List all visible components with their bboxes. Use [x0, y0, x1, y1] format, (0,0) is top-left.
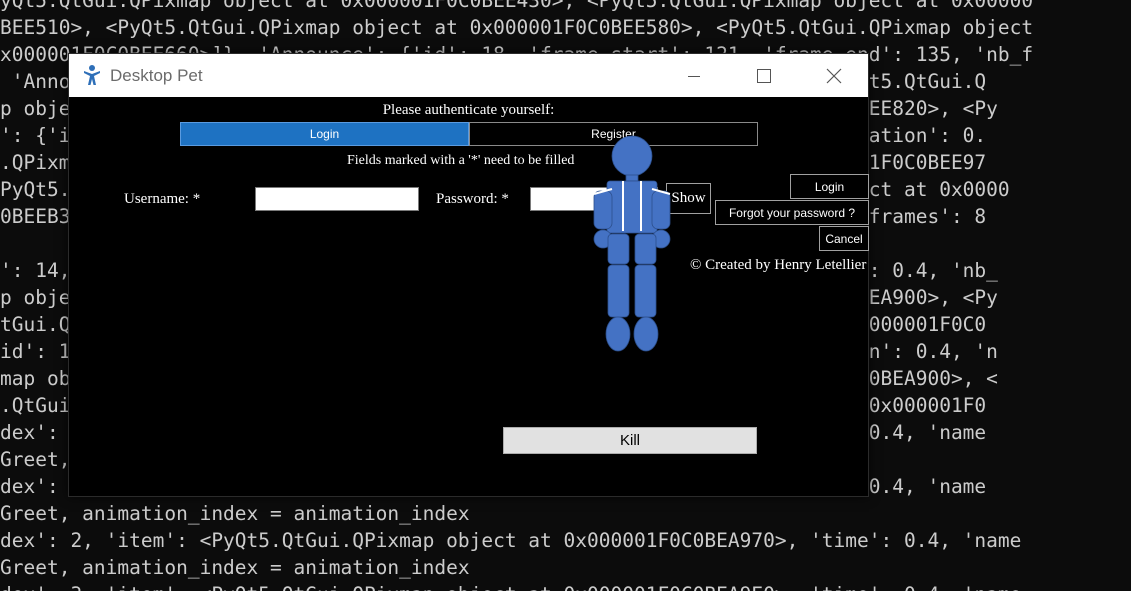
maximize-icon: [757, 68, 771, 83]
close-button[interactable]: [811, 54, 857, 97]
console-line: Greet, animation_index = animation_index: [0, 556, 470, 579]
tab-login[interactable]: Login: [180, 122, 469, 146]
minimize-icon: [688, 75, 700, 77]
window-title: Desktop Pet: [110, 66, 203, 85]
console-line: dex': 3, 'item': <PyQt5.QtGui.QPixmap ob…: [0, 581, 1021, 591]
console-line: yQt5.QtGui.QPixmap object at 0x000001F0C…: [0, 0, 1034, 12]
window-content: Please authenticate yourself: Login Regi…: [69, 97, 869, 496]
console-line: Greet, animation_index = animation_index: [0, 502, 470, 525]
forgot-password-button[interactable]: Forgot your password ?: [715, 200, 869, 225]
desktop-pet-window: Desktop Pet Please authenticate yourself…: [68, 53, 869, 497]
console-line: Greet,: [0, 448, 71, 471]
cancel-button[interactable]: Cancel: [819, 226, 869, 251]
console-line: dex': 2, 'item': <PyQt5.QtGui.QPixmap ob…: [0, 529, 1022, 552]
maximize-button[interactable]: [741, 54, 787, 97]
app-icon: [84, 65, 100, 85]
kill-button[interactable]: Kill: [503, 427, 757, 454]
username-label: Username: *: [124, 191, 201, 207]
username-input[interactable]: [255, 187, 419, 211]
required-fields-note: Fields marked with a '*' need to be fill…: [347, 153, 575, 168]
login-button[interactable]: Login: [790, 174, 869, 199]
password-label: Password: *: [436, 191, 509, 207]
desktop-pet-figure[interactable]: [591, 135, 673, 357]
console-line: BEE510>, <PyQt5.QtGui.QPixmap object at …: [0, 16, 1034, 39]
title-bar[interactable]: Desktop Pet: [69, 54, 868, 97]
minimize-button[interactable]: [671, 54, 717, 97]
close-icon: [826, 68, 842, 83]
copyright-credit: © Created by Henry Letellier: [690, 257, 867, 273]
auth-prompt: Please authenticate yourself:: [382, 102, 555, 118]
